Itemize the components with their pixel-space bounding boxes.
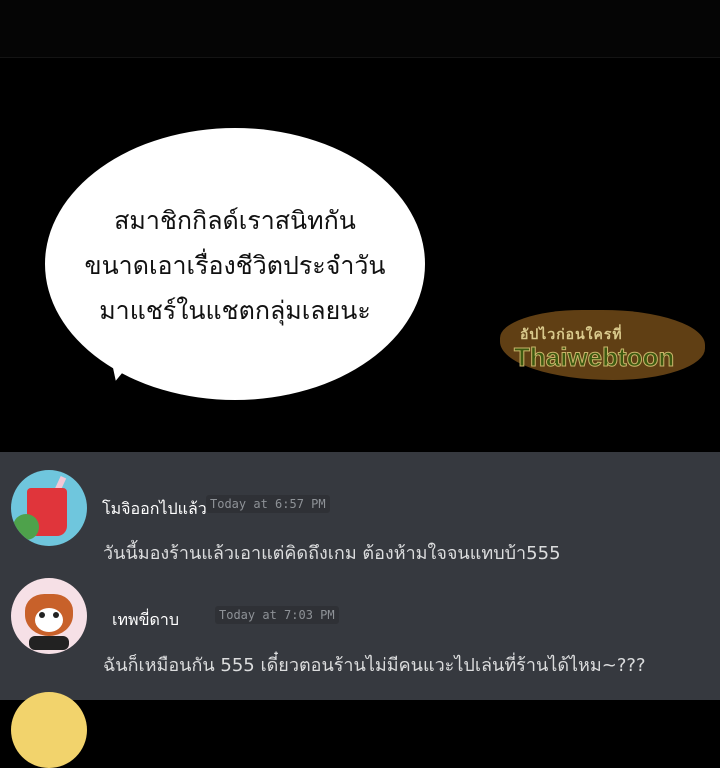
avatar[interactable] <box>11 470 87 546</box>
speech-line-1: สมาชิกกิลด์เราสนิทกัน <box>114 206 356 235</box>
timestamp: Today at 6:57 PM <box>206 495 330 513</box>
watermark-logo: อัปไวก่อนใครที่ Thaiwebtoon <box>500 300 710 390</box>
avatar[interactable] <box>11 692 87 768</box>
watermark-brand: Thaiwebtoon <box>513 342 675 373</box>
message-text: ฉันก็เหมือนกัน 555 เดี๋ยวตอนร้านไม่มีคนแ… <box>103 655 646 676</box>
eye-icon <box>53 612 59 618</box>
speech-line-2: ขนาดเอาเรื่องชีวิตประจำวัน <box>84 251 386 280</box>
watermelon-icon <box>13 514 39 540</box>
chat-area: โมจิออกไปแล้ว Today at 6:57 PM วันนี้มอง… <box>0 452 720 768</box>
timestamp: Today at 7:03 PM <box>215 606 339 624</box>
username[interactable]: เทพขี่ดาบ <box>112 608 179 633</box>
message-text: วันนี้มองร้านแล้วเอาแต่คิดถึงเกม ต้องห้า… <box>103 543 561 564</box>
raccoon-mask <box>35 608 63 632</box>
collar-icon <box>29 636 69 650</box>
avatar[interactable] <box>11 578 87 654</box>
top-dark-band <box>0 0 720 58</box>
username[interactable]: โมจิออกไปแล้ว <box>102 497 207 522</box>
speech-line-3: มาแชร์ในแชตกลุ่มเลยนะ <box>99 296 371 325</box>
speech-bubble-text: สมาชิกกิลด์เราสนิทกัน ขนาดเอาเรื่องชีวิต… <box>55 198 415 333</box>
eye-icon <box>39 612 45 618</box>
